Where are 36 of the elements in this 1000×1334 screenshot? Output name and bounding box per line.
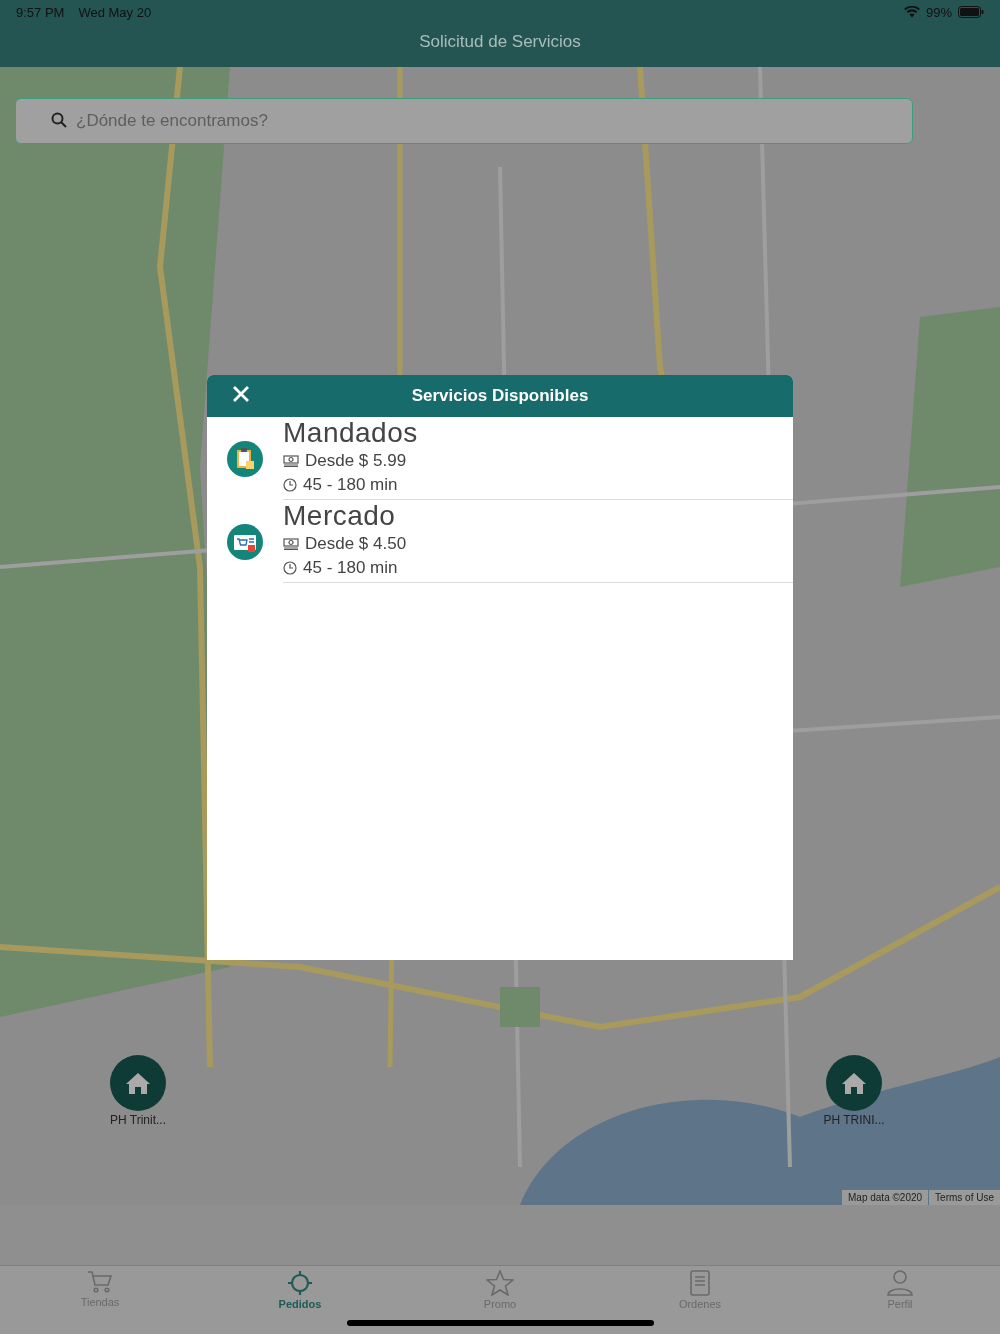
clipboard-icon bbox=[227, 440, 263, 477]
marker-label: PH Trinit... bbox=[110, 1113, 166, 1127]
service-name: Mercado bbox=[283, 500, 397, 532]
shopping-cart-icon bbox=[227, 523, 263, 560]
service-name: Mandados bbox=[283, 417, 419, 449]
clock-icon bbox=[283, 561, 297, 575]
status-date: Wed May 20 bbox=[78, 4, 152, 20]
screen-title: Solicitud de Servicios bbox=[419, 32, 581, 52]
service-time: 45 - 180 min bbox=[303, 558, 398, 578]
search-icon bbox=[51, 112, 67, 128]
cash-icon bbox=[283, 455, 299, 467]
service-time: 45 - 180 min bbox=[303, 475, 398, 495]
document-icon bbox=[690, 1270, 710, 1296]
service-price: Desde $ 5.99 bbox=[305, 451, 407, 471]
star-icon bbox=[486, 1270, 514, 1296]
battery-percent: 99% bbox=[925, 4, 952, 20]
marker-label: PH TRINI... bbox=[823, 1113, 885, 1127]
person-icon bbox=[887, 1270, 913, 1296]
service-item[interactable]: Mandados Desde $ 5.99 45 - 180 min bbox=[207, 417, 793, 500]
service-price: Desde $ 4.50 bbox=[305, 534, 407, 554]
battery-icon bbox=[958, 6, 984, 18]
wifi-icon bbox=[903, 6, 920, 18]
service-item[interactable]: Mercado Desde $ 4.50 45 - 180 min bbox=[207, 500, 793, 583]
modal-title: Servicios Disponibles bbox=[411, 386, 589, 406]
map-attribution: Map data ©2020 bbox=[842, 1190, 929, 1205]
close-icon[interactable] bbox=[232, 385, 250, 403]
crosshair-icon bbox=[287, 1270, 313, 1296]
cash-icon bbox=[283, 538, 299, 550]
home-marker-icon[interactable] bbox=[110, 1055, 166, 1111]
tab[interactable]: Pedidos bbox=[200, 1266, 400, 1334]
status-time: 9:57 PM bbox=[16, 4, 65, 20]
clock-icon bbox=[283, 478, 297, 492]
cart-icon bbox=[87, 1270, 113, 1294]
home-marker-icon[interactable] bbox=[826, 1055, 882, 1111]
map-attribution: Terms of Use bbox=[929, 1190, 1000, 1205]
search-field[interactable]: ¿Dónde te encontramos? bbox=[15, 98, 913, 144]
